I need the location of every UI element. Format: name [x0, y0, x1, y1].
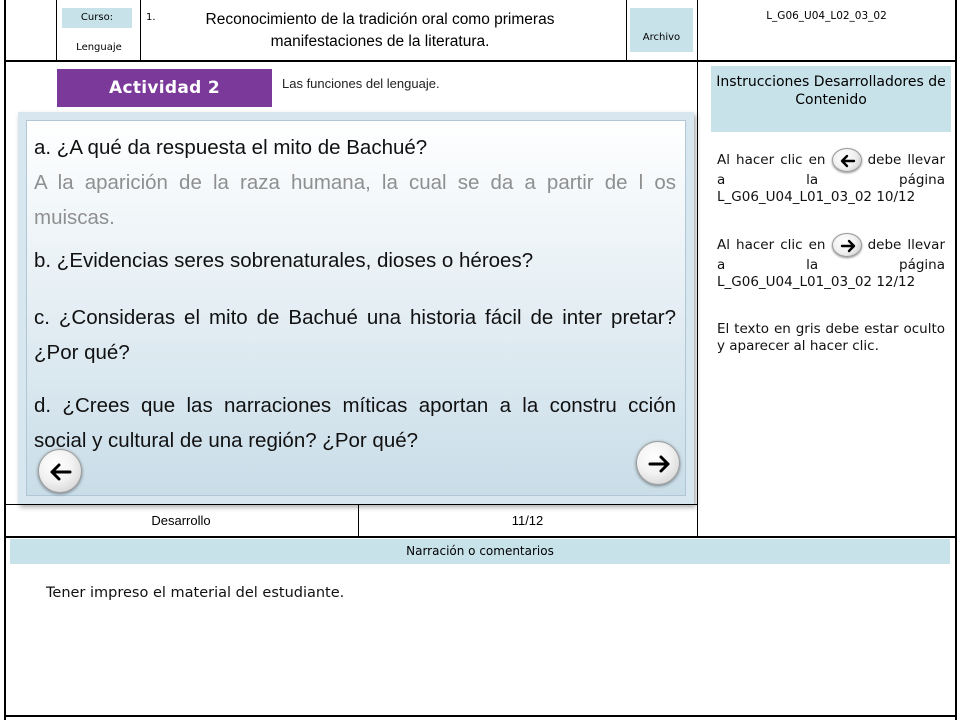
right-column-divider [697, 60, 698, 536]
instruction-next-before: Al hacer clic en [717, 237, 826, 253]
stage-row-top [4, 504, 697, 505]
instruction-gray-text: El texto en gris debe estar oculto y apa… [717, 321, 945, 354]
instruction-next-arrow [831, 233, 862, 257]
activity-badge: Actividad 2 [57, 69, 272, 107]
header-sep-3 [626, 0, 627, 61]
stage-label: Desarrollo [151, 513, 211, 528]
instruction-prev-before: Al hacer clic en [717, 152, 826, 168]
page-number: 11/12 [511, 513, 544, 528]
section-divider [4, 536, 957, 538]
header-sep-1 [56, 0, 57, 61]
question-c: c. ¿Consideras el mito de Bachué una his… [34, 306, 676, 364]
next-button[interactable] [636, 441, 680, 485]
frame-left [4, 0, 6, 720]
narration-text: Tener impreso el material del estudiante… [46, 585, 345, 601]
header-divider [4, 60, 957, 62]
arrow-right-icon [648, 455, 670, 473]
page-title: Reconocimiento de la tradición oral como… [205, 11, 555, 50]
title-number: 1. [146, 12, 156, 23]
answer-a[interactable]: A la aparición de la raza humana, la cua… [34, 165, 676, 235]
instruction-next: Al hacer clic en debe llevar a la página… [717, 233, 945, 291]
header-sep-2 [140, 0, 141, 61]
course-label: Curso: [62, 8, 132, 28]
arrow-left-icon [840, 154, 855, 168]
question-d: d. ¿Crees que las narraciones míticas ap… [34, 394, 676, 452]
instruction-prev: Al hacer clic en debe llevar a la página… [717, 148, 945, 206]
instructions-title: Instrucciones Desarrolladores de Conteni… [711, 66, 951, 132]
subject-label: Lenguaje [76, 42, 122, 53]
prev-button[interactable] [38, 449, 82, 493]
arrow-left-icon [50, 463, 72, 481]
file-label: Archivo [630, 8, 693, 52]
instruction-prev-arrow [831, 148, 862, 172]
question-card: a. ¿A qué da respuesta el mito de Bachué… [18, 112, 694, 504]
lesson-code: L_G06_U04_L02_03_02 [766, 10, 887, 22]
activity-subtitle: Las funciones del lenguaje. [282, 76, 440, 91]
question-b: b. ¿Evidencias seres sobrenaturales, dio… [34, 249, 534, 272]
frame-right [955, 0, 957, 720]
arrow-right-icon [840, 239, 855, 253]
question-a-text: a. ¿A qué da respuesta el mito de Bachué… [34, 136, 428, 159]
question-a: a. ¿A qué da respuesta el mito de Bachué… [34, 130, 676, 165]
frame-bottom [4, 715, 957, 717]
narration-label: Narración o comentarios [10, 539, 950, 564]
